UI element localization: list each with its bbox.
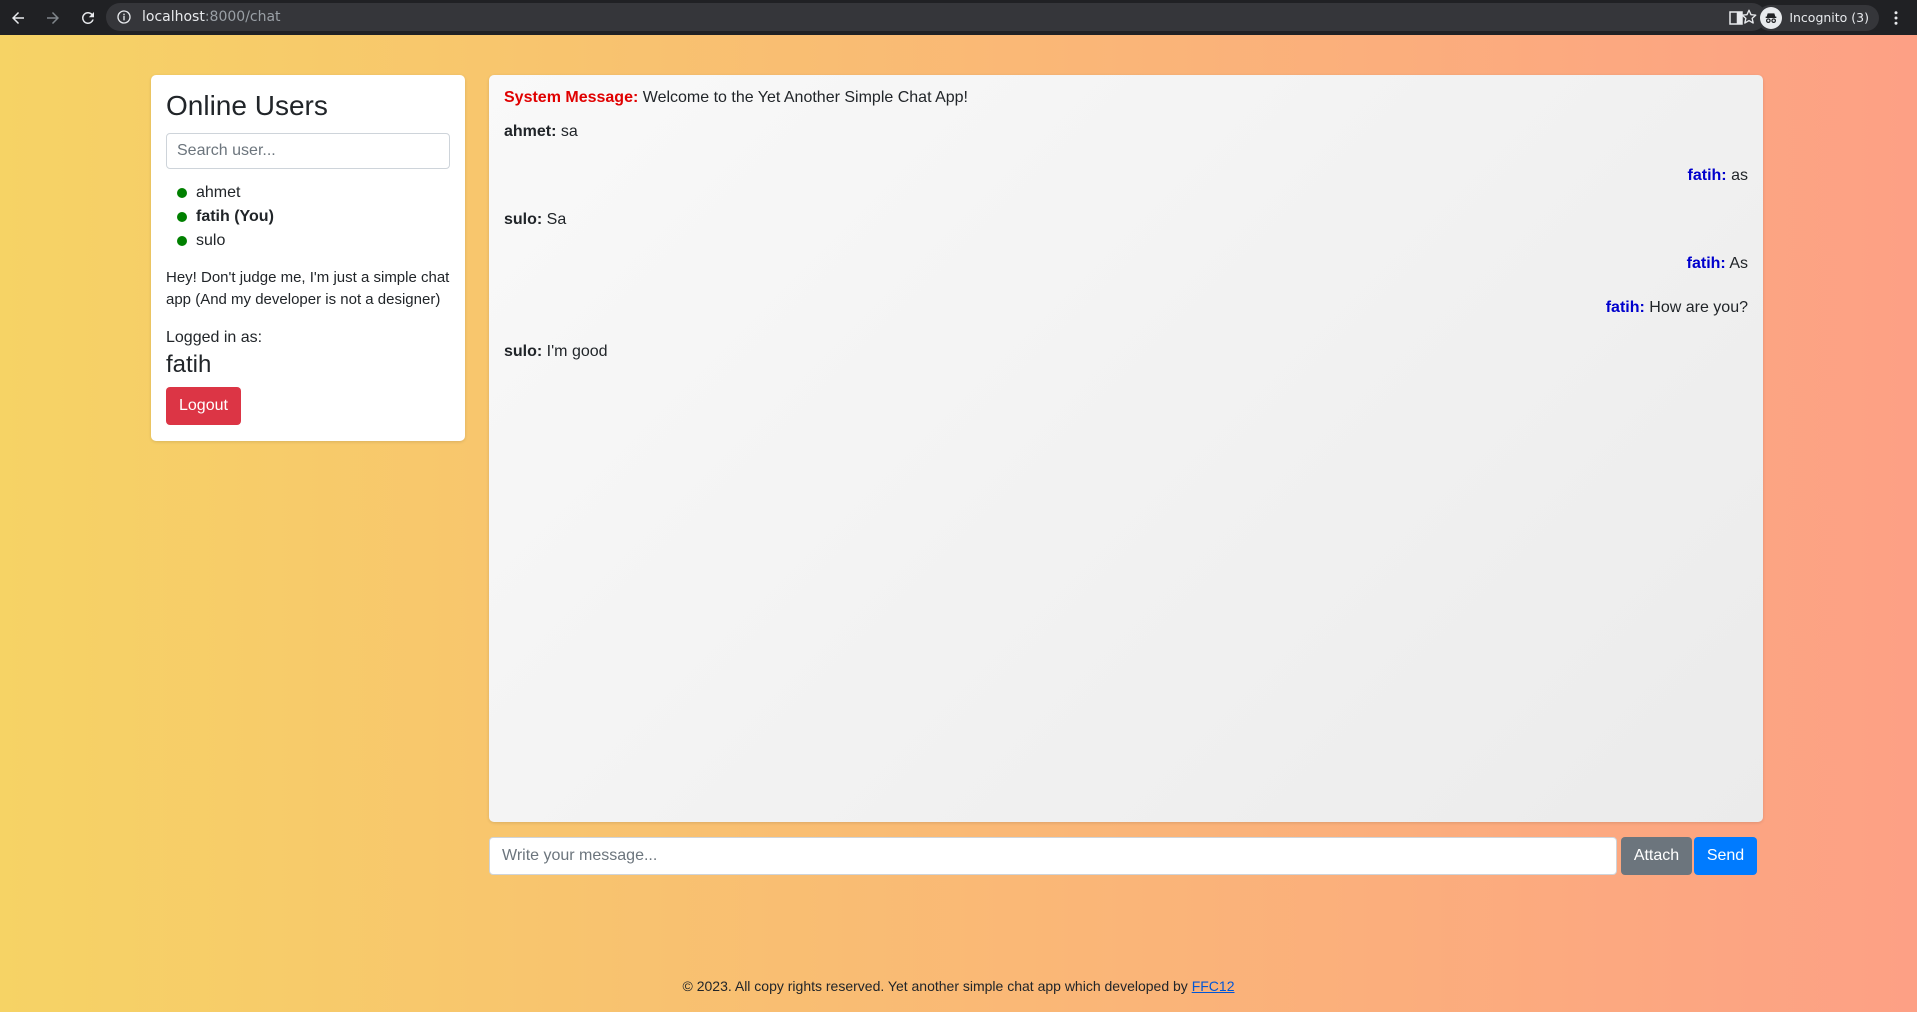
reload-icon xyxy=(81,11,94,24)
panel-title: Online Users xyxy=(166,90,328,121)
page-background: Online Users ahmet fatih (You) sulo Hey!… xyxy=(0,35,1917,1012)
logged-in-label: Logged in as: xyxy=(166,328,263,346)
user-name: fatih (You) xyxy=(196,207,274,225)
user-name: sulo xyxy=(196,231,226,249)
logout-button[interactable]: Logout xyxy=(166,386,241,425)
url-text: localhost:8000/chat xyxy=(142,9,281,25)
message-input[interactable] xyxy=(489,837,1617,875)
own-chat-message: fatih: How are you? xyxy=(504,299,1748,343)
url-path: :8000/chat xyxy=(204,9,281,25)
developer-link[interactable]: FFC12 xyxy=(1192,978,1235,994)
address-bar[interactable]: localhost:8000/chat xyxy=(106,3,1766,31)
footer: © 2023. All copy rights reserved. Yet an… xyxy=(0,978,1917,994)
chat-messages-area[interactable]: System Message: Welcome to the Yet Anoth… xyxy=(489,75,1763,822)
user-list: ahmet fatih (You) sulo xyxy=(166,181,450,253)
online-users-panel: Online Users ahmet fatih (You) sulo Hey!… xyxy=(151,75,465,441)
logged-in-username: fatih xyxy=(166,350,212,378)
message-sender: System Message: xyxy=(504,89,639,106)
own-chat-message: fatih: As xyxy=(504,255,1748,299)
incognito-icon xyxy=(1760,6,1783,29)
message-sender: fatih: xyxy=(1686,255,1726,272)
online-status-icon xyxy=(177,235,187,246)
message-text: Welcome to the Yet Another Simple Chat A… xyxy=(642,89,968,106)
own-chat-message: fatih: as xyxy=(504,167,1748,211)
chat-message: ahmet: sa xyxy=(504,123,1748,167)
user-name: ahmet xyxy=(196,183,241,201)
send-button[interactable]: Send xyxy=(1694,837,1757,875)
message-sender: sulo: xyxy=(504,211,543,228)
message-sender: sulo: xyxy=(504,343,543,360)
message-sender: fatih: xyxy=(1605,299,1645,316)
browser-toolbar: localhost:8000/chat Incognito (3) xyxy=(0,0,1917,35)
incognito-indicator[interactable]: Incognito (3) xyxy=(1757,4,1879,31)
message-text: How are you? xyxy=(1649,299,1748,316)
message-sender: ahmet: xyxy=(504,123,557,140)
info-icon[interactable] xyxy=(116,9,132,25)
browser-right-controls: Incognito (3) xyxy=(1727,0,1917,35)
message-text: As xyxy=(1729,255,1748,272)
chat-message: sulo: I'm good xyxy=(504,343,1748,387)
more-options-icon[interactable] xyxy=(1887,9,1905,27)
url-host: localhost xyxy=(142,9,205,25)
message-composer: Attach Send xyxy=(489,837,1763,875)
footer-text: © 2023. All copy rights reserved. Yet an… xyxy=(682,978,1188,994)
user-item-sulo[interactable]: sulo xyxy=(166,229,450,253)
incognito-label: Incognito (3) xyxy=(1789,10,1869,25)
reload-button[interactable] xyxy=(71,3,105,33)
back-arrow-icon xyxy=(12,11,24,24)
search-user-input[interactable] xyxy=(166,132,450,169)
user-item-ahmet[interactable]: ahmet xyxy=(166,181,450,205)
system-message: System Message: Welcome to the Yet Anoth… xyxy=(504,89,1748,123)
forward-button[interactable] xyxy=(36,3,70,33)
user-item-fatih[interactable]: fatih (You) xyxy=(166,205,450,229)
attach-button[interactable]: Attach xyxy=(1621,837,1692,875)
forward-arrow-icon xyxy=(47,11,59,24)
message-text: as xyxy=(1731,167,1748,184)
online-status-icon xyxy=(177,187,187,198)
side-panel-icon[interactable] xyxy=(1727,9,1745,27)
message-sender: fatih: xyxy=(1687,167,1727,184)
message-text: sa xyxy=(560,123,578,140)
message-text: Sa xyxy=(546,211,567,228)
disclaimer-note: Hey! Don't judge me, I'm just a simple c… xyxy=(166,268,450,308)
back-button[interactable] xyxy=(1,3,35,33)
chat-message: sulo: Sa xyxy=(504,211,1748,255)
message-text: I'm good xyxy=(546,343,608,360)
online-status-icon xyxy=(177,211,187,222)
